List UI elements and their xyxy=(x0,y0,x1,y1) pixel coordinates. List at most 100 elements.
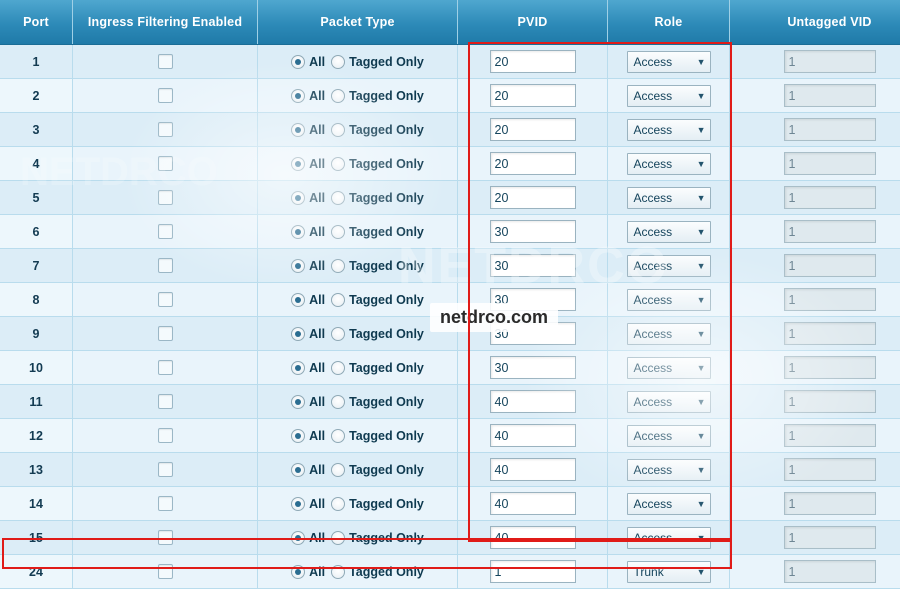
radio-all-icon[interactable] xyxy=(291,191,305,205)
packet-type-radio-all[interactable]: All xyxy=(291,225,325,239)
packet-type-radio-all[interactable]: All xyxy=(291,293,325,307)
ingress-filter-checkbox[interactable] xyxy=(158,292,173,307)
pvid-input[interactable]: 1 xyxy=(490,560,576,583)
ingress-filter-checkbox[interactable] xyxy=(158,530,173,545)
ingress-filter-checkbox[interactable] xyxy=(158,462,173,477)
radio-all-icon[interactable] xyxy=(291,497,305,511)
packet-type-radio-tagged-only[interactable]: Tagged Only xyxy=(331,89,424,103)
radio-all-icon[interactable] xyxy=(291,123,305,137)
packet-type-radio-tagged-only[interactable]: Tagged Only xyxy=(331,225,424,239)
packet-type-radio-tagged-only[interactable]: Tagged Only xyxy=(331,531,424,545)
radio-tagged-only-icon[interactable] xyxy=(331,361,345,375)
radio-all-icon[interactable] xyxy=(291,565,305,579)
role-select[interactable]: Access▼ xyxy=(627,391,711,413)
role-select[interactable]: Access▼ xyxy=(627,459,711,481)
packet-type-radio-tagged-only[interactable]: Tagged Only xyxy=(331,395,424,409)
role-select[interactable]: Access▼ xyxy=(627,255,711,277)
pvid-input[interactable]: 40 xyxy=(490,390,576,413)
packet-type-radio-tagged-only[interactable]: Tagged Only xyxy=(331,565,424,579)
role-select[interactable]: Access▼ xyxy=(627,153,711,175)
radio-tagged-only-icon[interactable] xyxy=(331,191,345,205)
pvid-input[interactable]: 20 xyxy=(490,50,576,73)
ingress-filter-checkbox[interactable] xyxy=(158,54,173,69)
radio-tagged-only-icon[interactable] xyxy=(331,565,345,579)
untagged-vid-input[interactable]: 1 xyxy=(784,492,876,515)
ingress-filter-checkbox[interactable] xyxy=(158,122,173,137)
untagged-vid-input[interactable]: 1 xyxy=(784,220,876,243)
radio-tagged-only-icon[interactable] xyxy=(331,225,345,239)
pvid-input[interactable]: 40 xyxy=(490,526,576,549)
packet-type-radio-all[interactable]: All xyxy=(291,327,325,341)
ingress-filter-checkbox[interactable] xyxy=(158,564,173,579)
packet-type-radio-all[interactable]: All xyxy=(291,497,325,511)
packet-type-radio-tagged-only[interactable]: Tagged Only xyxy=(331,55,424,69)
untagged-vid-input[interactable]: 1 xyxy=(784,50,876,73)
pvid-input[interactable]: 30 xyxy=(490,288,576,311)
radio-tagged-only-icon[interactable] xyxy=(331,463,345,477)
radio-tagged-only-icon[interactable] xyxy=(331,55,345,69)
role-select[interactable]: Access▼ xyxy=(627,527,711,549)
packet-type-radio-all[interactable]: All xyxy=(291,531,325,545)
radio-all-icon[interactable] xyxy=(291,259,305,273)
pvid-input[interactable]: 20 xyxy=(490,186,576,209)
ingress-filter-checkbox[interactable] xyxy=(158,496,173,511)
radio-tagged-only-icon[interactable] xyxy=(331,89,345,103)
ingress-filter-checkbox[interactable] xyxy=(158,428,173,443)
untagged-vid-input[interactable]: 1 xyxy=(784,526,876,549)
ingress-filter-checkbox[interactable] xyxy=(158,88,173,103)
pvid-input[interactable]: 30 xyxy=(490,322,576,345)
packet-type-radio-tagged-only[interactable]: Tagged Only xyxy=(331,123,424,137)
packet-type-radio-tagged-only[interactable]: Tagged Only xyxy=(331,463,424,477)
pvid-input[interactable]: 20 xyxy=(490,118,576,141)
untagged-vid-input[interactable]: 1 xyxy=(784,186,876,209)
untagged-vid-input[interactable]: 1 xyxy=(784,118,876,141)
packet-type-radio-all[interactable]: All xyxy=(291,89,325,103)
packet-type-radio-all[interactable]: All xyxy=(291,395,325,409)
untagged-vid-input[interactable]: 1 xyxy=(784,84,876,107)
radio-tagged-only-icon[interactable] xyxy=(331,327,345,341)
ingress-filter-checkbox[interactable] xyxy=(158,156,173,171)
untagged-vid-input[interactable]: 1 xyxy=(784,424,876,447)
role-select[interactable]: Access▼ xyxy=(627,119,711,141)
pvid-input[interactable]: 40 xyxy=(490,492,576,515)
radio-all-icon[interactable] xyxy=(291,463,305,477)
ingress-filter-checkbox[interactable] xyxy=(158,190,173,205)
radio-all-icon[interactable] xyxy=(291,89,305,103)
pvid-input[interactable]: 20 xyxy=(490,84,576,107)
radio-tagged-only-icon[interactable] xyxy=(331,395,345,409)
packet-type-radio-tagged-only[interactable]: Tagged Only xyxy=(331,361,424,375)
pvid-input[interactable]: 40 xyxy=(490,458,576,481)
packet-type-radio-tagged-only[interactable]: Tagged Only xyxy=(331,429,424,443)
radio-tagged-only-icon[interactable] xyxy=(331,429,345,443)
role-select[interactable]: Access▼ xyxy=(627,51,711,73)
packet-type-radio-tagged-only[interactable]: Tagged Only xyxy=(331,157,424,171)
untagged-vid-input[interactable]: 1 xyxy=(784,322,876,345)
pvid-input[interactable]: 30 xyxy=(490,254,576,277)
untagged-vid-input[interactable]: 1 xyxy=(784,356,876,379)
radio-all-icon[interactable] xyxy=(291,531,305,545)
packet-type-radio-all[interactable]: All xyxy=(291,123,325,137)
radio-all-icon[interactable] xyxy=(291,157,305,171)
radio-tagged-only-icon[interactable] xyxy=(331,293,345,307)
role-select[interactable]: Access▼ xyxy=(627,221,711,243)
pvid-input[interactable]: 30 xyxy=(490,220,576,243)
untagged-vid-input[interactable]: 1 xyxy=(784,152,876,175)
radio-all-icon[interactable] xyxy=(291,293,305,307)
pvid-input[interactable]: 40 xyxy=(490,424,576,447)
radio-all-icon[interactable] xyxy=(291,429,305,443)
role-select[interactable]: Access▼ xyxy=(627,323,711,345)
role-select[interactable]: Access▼ xyxy=(627,493,711,515)
untagged-vid-input[interactable]: 1 xyxy=(784,560,876,583)
packet-type-radio-tagged-only[interactable]: Tagged Only xyxy=(331,293,424,307)
untagged-vid-input[interactable]: 1 xyxy=(784,288,876,311)
pvid-input[interactable]: 30 xyxy=(490,356,576,379)
radio-tagged-only-icon[interactable] xyxy=(331,157,345,171)
packet-type-radio-all[interactable]: All xyxy=(291,429,325,443)
pvid-input[interactable]: 20 xyxy=(490,152,576,175)
packet-type-radio-all[interactable]: All xyxy=(291,191,325,205)
radio-tagged-only-icon[interactable] xyxy=(331,497,345,511)
radio-tagged-only-icon[interactable] xyxy=(331,259,345,273)
role-select[interactable]: Access▼ xyxy=(627,187,711,209)
role-select[interactable]: Trunk▼ xyxy=(627,561,711,583)
ingress-filter-checkbox[interactable] xyxy=(158,394,173,409)
